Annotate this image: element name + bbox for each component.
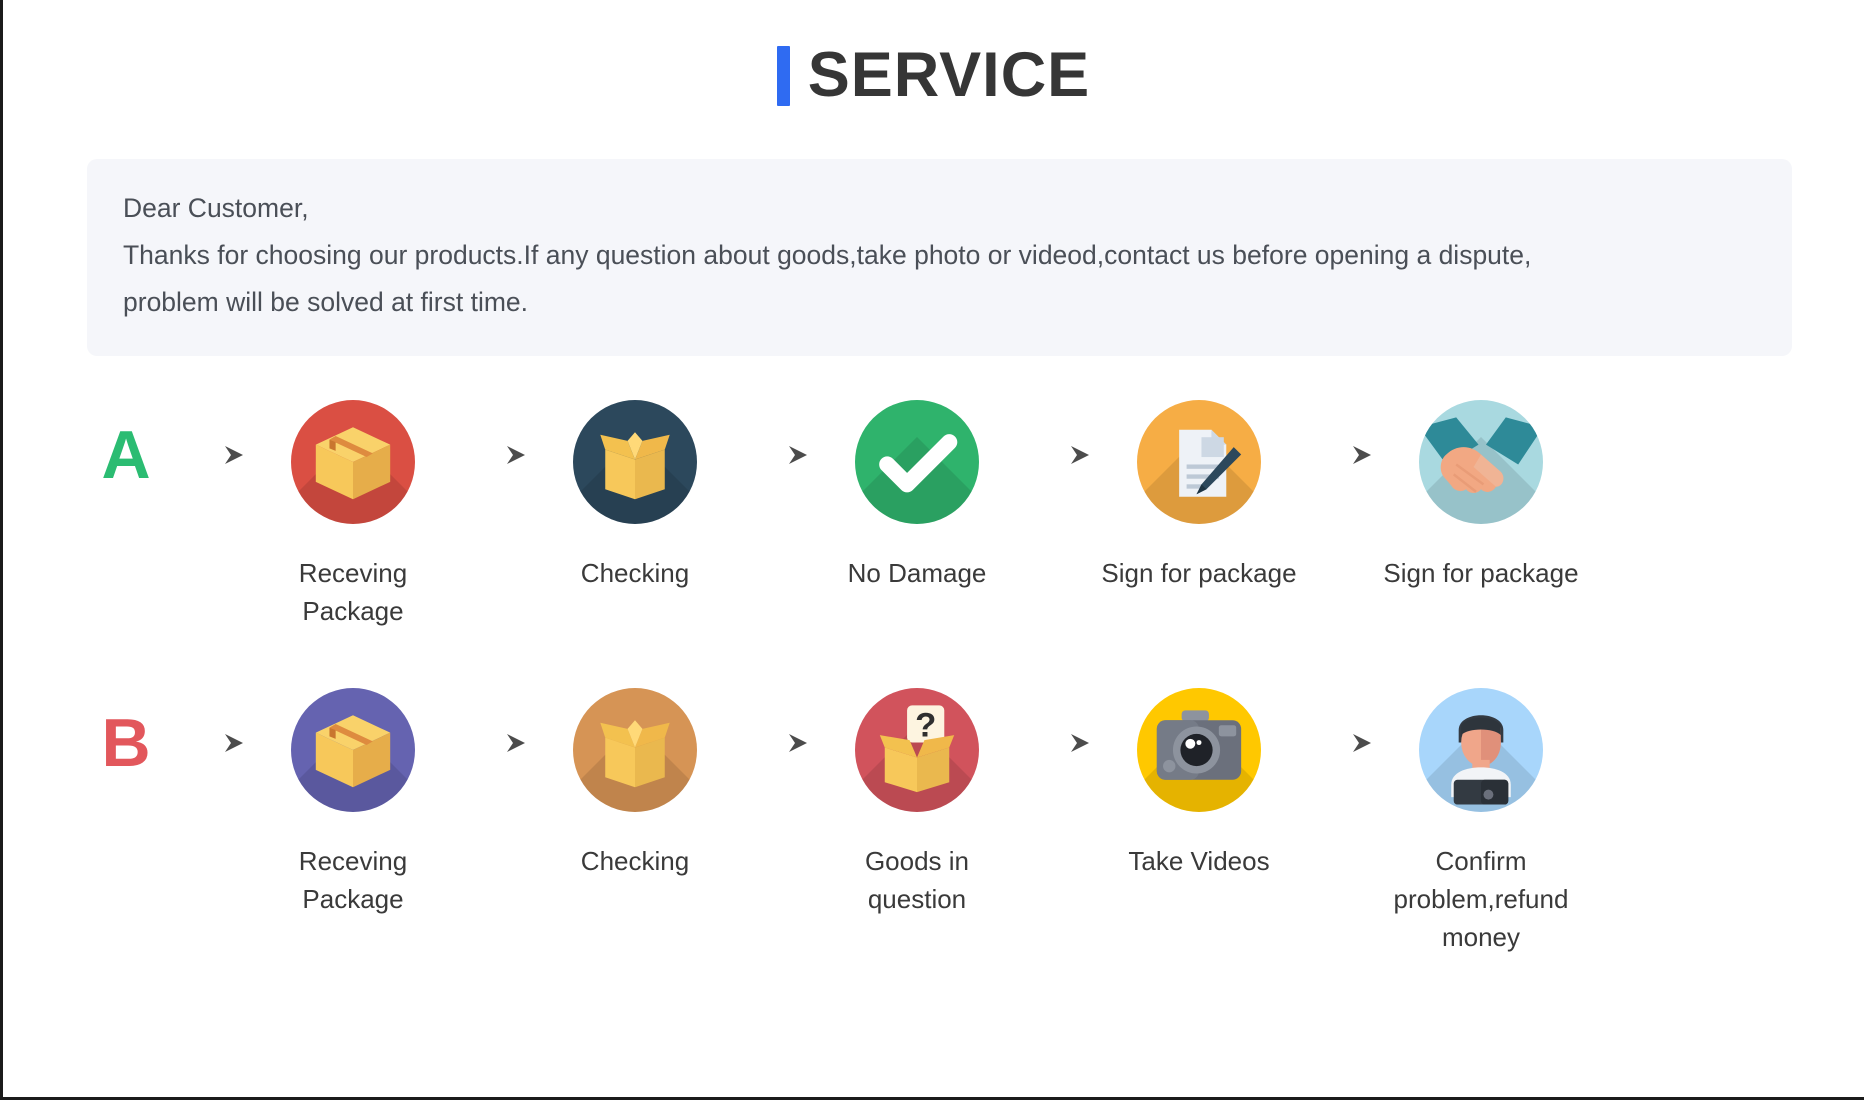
flow-step-label: Sign for package: [1383, 558, 1579, 588]
flow-step: ? Goods in question: [819, 674, 1015, 918]
icon-circle: [1137, 400, 1261, 524]
flow-row-b: B Receving Package Checking? Goods in quest…: [83, 674, 1784, 956]
flow-step: Sign for package: [1101, 386, 1297, 592]
document-pen-icon-glyph: [1137, 400, 1261, 524]
flow-step: Sign for package: [1383, 386, 1579, 592]
open-box-icon-glyph: [573, 688, 697, 812]
page-title-text: SERVICE: [807, 40, 1091, 110]
arrow-right-icon: [1297, 674, 1383, 798]
icon-circle: [1419, 400, 1543, 524]
notice-line-3: problem will be solved at first time.: [123, 287, 529, 317]
document-pen-icon: [1137, 386, 1261, 524]
flow-step-label: Checking: [580, 558, 690, 588]
flow-letter-a: A: [101, 417, 151, 493]
flow-step-label: No Damage: [847, 558, 987, 588]
icon-circle: [1137, 688, 1261, 812]
arrow-right-icon: [451, 386, 537, 510]
open-box-icon: [573, 386, 697, 524]
closed-box-icon-glyph: [291, 688, 415, 812]
open-box-icon-glyph: [573, 400, 697, 524]
flow-step: No Damage: [819, 386, 1015, 592]
check-mark-icon: [855, 386, 979, 524]
closed-box-icon: [291, 386, 415, 524]
question-box-icon: ?: [855, 674, 979, 812]
arrow-right-icon: [1015, 386, 1101, 510]
icon-circle: [1419, 688, 1543, 812]
question-box-icon-glyph: ?: [855, 688, 979, 812]
icon-circle: [291, 688, 415, 812]
flow-step-label: Take Videos: [1128, 846, 1270, 876]
flow-step-label: Goods in question: [864, 846, 970, 914]
arrow-right-icon: [1297, 386, 1383, 510]
icon-circle: ?: [855, 688, 979, 812]
camera-icon-glyph: [1137, 688, 1261, 812]
notice-line-1: Dear Customer,: [123, 193, 309, 223]
support-agent-icon: [1419, 674, 1543, 812]
arrow-right-icon: [169, 674, 255, 798]
flow-step: Checking: [537, 674, 733, 880]
page-title: SERVICE: [3, 0, 1864, 107]
title-accent-bar: [776, 45, 790, 106]
check-mark-icon-glyph: [855, 400, 979, 524]
flow-step-label: Confirm problem,refund money: [1393, 846, 1569, 952]
flow-step: Take Videos: [1101, 674, 1297, 880]
flow-step-label: Receving Package: [298, 846, 408, 914]
arrow-right-icon: [451, 674, 537, 798]
customer-notice-box: Dear Customer, Thanks for choosing our p…: [87, 159, 1792, 356]
arrow-right-icon: [169, 386, 255, 510]
handshake-icon-glyph: [1419, 400, 1543, 524]
open-box-icon: [573, 674, 697, 812]
support-agent-icon-glyph: [1419, 688, 1543, 812]
flow-step-label: Checking: [580, 846, 690, 876]
icon-circle: [855, 400, 979, 524]
closed-box-icon: [291, 674, 415, 812]
arrow-right-icon: [733, 674, 819, 798]
arrow-right-icon: [733, 386, 819, 510]
arrow-right-icon: [1015, 674, 1101, 798]
icon-circle: [291, 400, 415, 524]
flow-step-label: Sign for package: [1101, 558, 1297, 588]
handshake-icon: [1419, 386, 1543, 524]
camera-icon: [1137, 674, 1261, 812]
flow-row-a: A Receving Package Checking No Damage Sign f…: [83, 386, 1784, 630]
flow-step: Confirm problem,refund money: [1383, 674, 1579, 956]
service-page: SERVICE Dear Customer, Thanks for choosi…: [0, 0, 1864, 1100]
flow-step: Checking: [537, 386, 733, 592]
process-flows: A Receving Package Checking No Damage Sign f…: [3, 386, 1864, 956]
flow-step: Receving Package: [255, 674, 451, 918]
notice-line-2: Thanks for choosing our products.If any …: [123, 240, 1532, 270]
icon-circle: [573, 400, 697, 524]
flow-step: Receving Package: [255, 386, 451, 630]
icon-circle: [573, 688, 697, 812]
flow-step-label: Receving Package: [298, 558, 408, 626]
closed-box-icon-glyph: [291, 400, 415, 524]
flow-letter-b: B: [101, 705, 151, 781]
